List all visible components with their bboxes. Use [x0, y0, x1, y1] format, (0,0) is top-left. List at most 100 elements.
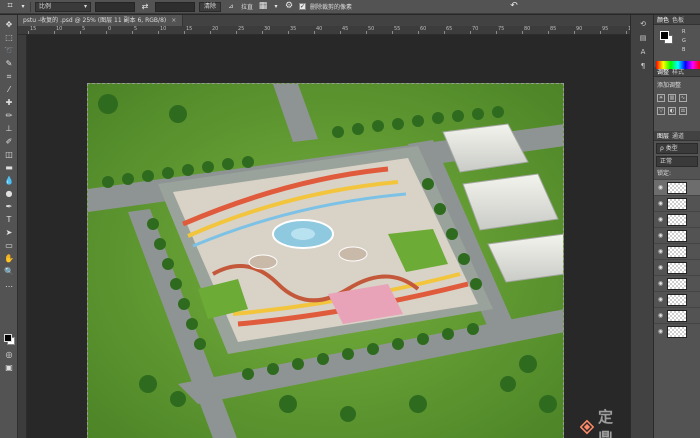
history-panel-icon[interactable]: ⟲ — [637, 19, 649, 30]
chevron-down-icon[interactable]: ▾ — [20, 1, 26, 12]
layer-row[interactable]: ◉ — [654, 179, 700, 195]
eye-icon[interactable]: ◉ — [657, 328, 664, 335]
move-tool-icon[interactable]: ✥ — [3, 19, 15, 30]
quick-mask-icon[interactable]: ◎ — [3, 349, 15, 360]
color-panel-header: 颜色 色板 — [654, 15, 700, 25]
close-icon[interactable]: × — [171, 15, 176, 26]
tab-channels[interactable]: 通道 — [672, 131, 684, 140]
undo-icon[interactable]: ↶ — [508, 1, 520, 12]
vertical-ruler[interactable] — [18, 35, 27, 438]
layer-thumbnail — [667, 261, 687, 274]
color-spectrum[interactable] — [656, 61, 700, 69]
levels-icon[interactable]: ▥ — [668, 94, 676, 102]
curves-icon[interactable]: ∿ — [679, 94, 687, 102]
gradient-tool-icon[interactable]: ▬ — [3, 162, 15, 173]
layer-row[interactable]: ◉ — [654, 243, 700, 259]
ruler-label: 0 — [108, 26, 112, 32]
delete-pixels-checkbox[interactable]: ✓ — [299, 3, 307, 10]
foreground-color-swatch[interactable] — [4, 334, 12, 342]
ruler-tick — [366, 31, 367, 34]
layer-list: ◉ ◉ ◉ ◉ ◉ ◉ ◉ ◉ ◉ ◉ — [654, 179, 700, 339]
ratio-dropdown[interactable]: 比例 ▾ — [35, 1, 91, 12]
brush-tool-icon[interactable]: ✏ — [3, 110, 15, 121]
layer-row[interactable]: ◉ — [654, 211, 700, 227]
horizontal-ruler[interactable]: 15 10 5 0 5 10 15 20 25 30 35 40 45 50 55 60 65 70 75 80 85 9… — [18, 26, 630, 35]
brightness-icon[interactable]: ☀ — [657, 94, 665, 102]
swap-icon[interactable]: ⇄ — [139, 1, 151, 12]
crop-icon[interactable]: ⌗ — [4, 1, 16, 12]
eye-icon[interactable]: ◉ — [657, 296, 664, 303]
healing-tool-icon[interactable]: ✚ — [3, 97, 15, 108]
height-field[interactable] — [155, 1, 195, 12]
layer-row[interactable]: ◉ — [654, 323, 700, 339]
character-panel-icon[interactable]: A — [637, 47, 649, 58]
tab-color[interactable]: 颜色 — [657, 15, 669, 24]
vibrance-icon[interactable]: ▽ — [657, 107, 665, 115]
crop-tool-icon[interactable]: ⌗ — [3, 71, 15, 82]
layer-filter-dropdown[interactable]: ρ 类型 — [656, 143, 698, 154]
clear-button[interactable]: 清除 — [199, 1, 222, 12]
eye-icon[interactable]: ◉ — [657, 264, 664, 271]
marquee-tool-icon[interactable]: ⬚ — [3, 32, 15, 43]
ruler-label: 25 — [238, 26, 245, 32]
eraser-tool-icon[interactable]: ◫ — [3, 149, 15, 160]
eye-icon[interactable]: ◉ — [657, 216, 664, 223]
quick-select-tool-icon[interactable]: ✎ — [3, 58, 15, 69]
layer-thumbnail — [667, 245, 687, 258]
document-image[interactable] — [87, 83, 564, 438]
more-tools-icon[interactable]: ⋯ — [3, 281, 15, 292]
layer-thumbnail — [667, 229, 687, 242]
canvas-area[interactable]: 定 鼎 — [27, 35, 630, 438]
lasso-tool-icon[interactable]: ➰ — [3, 45, 15, 56]
layer-row[interactable]: ◉ — [654, 195, 700, 211]
eye-icon[interactable]: ◉ — [657, 248, 664, 255]
pen-tool-icon[interactable]: ✒ — [3, 201, 15, 212]
zoom-tool-icon[interactable]: 🔍 — [3, 266, 15, 277]
eye-icon[interactable]: ◉ — [657, 200, 664, 207]
path-select-tool-icon[interactable]: ➤ — [3, 227, 15, 238]
foreground-color-swatch[interactable] — [660, 31, 669, 40]
chevron-down-icon[interactable]: ▾ — [273, 1, 279, 12]
ruler-label: 70 — [472, 26, 479, 32]
options-bar: ⌗ ▾ 比例 ▾ ⇄ 清除 ⊿ 拉直 ▦ ▾ ⚙ ✓ 删除裁剪的像素 ↶ — [0, 0, 700, 14]
hue-icon[interactable]: ◐ — [668, 107, 676, 115]
properties-panel-icon[interactable]: ▤ — [637, 33, 649, 44]
screen-mode-icon[interactable]: ▣ — [3, 362, 15, 373]
straighten-label[interactable]: 拉直 — [241, 2, 253, 11]
tab-swatches[interactable]: 色板 — [672, 15, 684, 24]
ruler-label: 95 — [602, 26, 609, 32]
blur-tool-icon[interactable]: 💧 — [3, 175, 15, 186]
straighten-icon[interactable]: ⊿ — [225, 1, 237, 12]
gear-icon[interactable]: ⚙ — [283, 1, 295, 12]
shape-tool-icon[interactable]: ▭ — [3, 240, 15, 251]
layer-row[interactable]: ◉ — [654, 275, 700, 291]
layer-thumbnail — [667, 277, 687, 290]
g-label: G — [682, 38, 686, 44]
eyedropper-tool-icon[interactable]: ⁄ — [3, 84, 15, 95]
ruler-tick — [340, 31, 341, 34]
eye-icon[interactable]: ◉ — [657, 280, 664, 287]
blend-mode-dropdown[interactable]: 正常 — [656, 156, 698, 167]
dodge-tool-icon[interactable]: ● — [3, 188, 15, 199]
balance-icon[interactable]: ⚖ — [679, 107, 687, 115]
stamp-tool-icon[interactable]: ⊥ — [3, 123, 15, 134]
ruler-label: 10 — [160, 26, 167, 32]
type-tool-icon[interactable]: T — [3, 214, 15, 225]
eye-icon[interactable]: ◉ — [657, 232, 664, 239]
delete-pixels-label[interactable]: 删除裁剪的像素 — [310, 2, 352, 11]
eye-icon[interactable]: ◉ — [657, 312, 664, 319]
width-field[interactable] — [95, 1, 135, 12]
document-tab[interactable]: pstu -收复的 .psd @ 25% (图层 11 副本 6, RGB/8)… — [18, 15, 184, 26]
paragraph-panel-icon[interactable]: ¶ — [637, 61, 649, 72]
layer-row[interactable]: ◉ — [654, 227, 700, 243]
document-tab-bar: pstu -收复的 .psd @ 25% (图层 11 副本 6, RGB/8)… — [18, 15, 630, 26]
layer-row[interactable]: ◉ — [654, 307, 700, 323]
grid-overlay-icon[interactable]: ▦ — [257, 1, 269, 12]
tab-layers[interactable]: 图层 — [657, 131, 669, 140]
history-brush-tool-icon[interactable]: ✐ — [3, 136, 15, 147]
hand-tool-icon[interactable]: ✋ — [3, 253, 15, 264]
layers-panel-header: 图层 通道 — [654, 131, 700, 141]
layer-row[interactable]: ◉ — [654, 291, 700, 307]
layer-row[interactable]: ◉ — [654, 259, 700, 275]
eye-icon[interactable]: ◉ — [657, 184, 664, 191]
